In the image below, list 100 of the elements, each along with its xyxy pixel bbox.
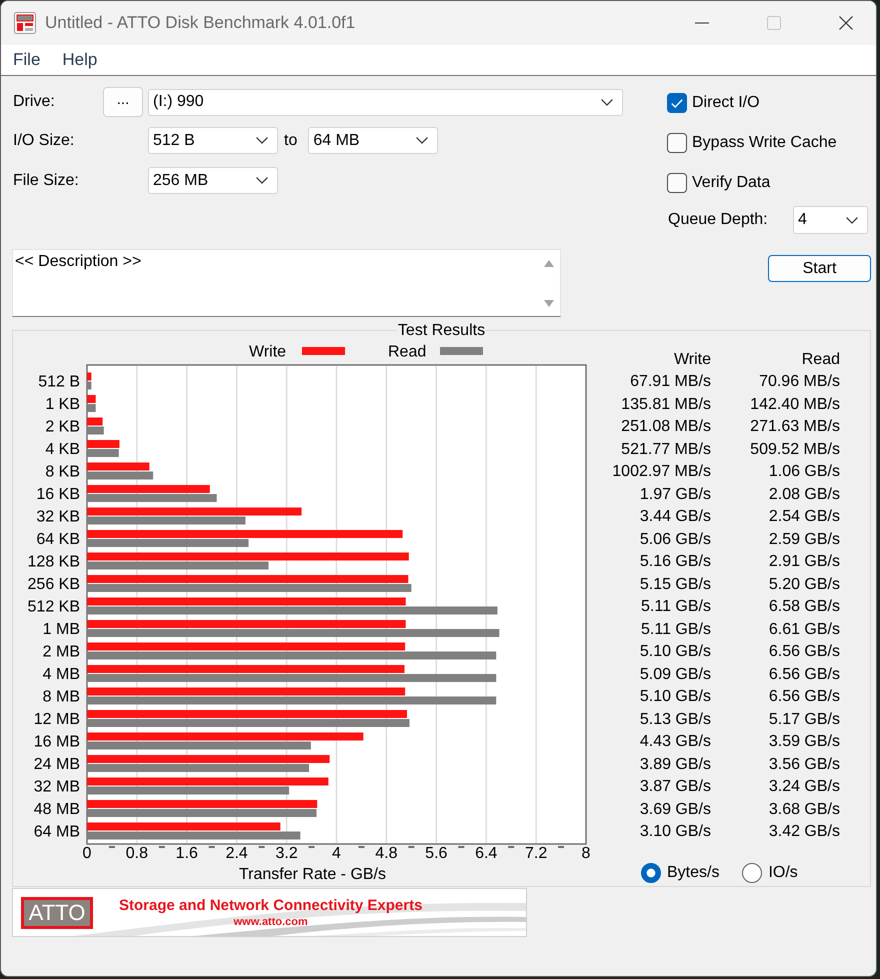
table-cell: 5.06 GB/s	[640, 530, 711, 549]
table-cell: 6.56 GB/s	[768, 687, 840, 706]
start-button[interactable]: Start	[768, 255, 871, 282]
table-cell: 3.68 GB/s	[768, 800, 840, 819]
table-cell: 5.17 GB/s	[768, 710, 840, 729]
chevron-icon	[256, 177, 268, 184]
axis-tick-label: 5.6	[425, 845, 448, 862]
table-cell: 5.11 GB/s	[641, 620, 711, 639]
field-label: I/O Size:	[12, 132, 76, 150]
table-cell: 2.59 GB/s	[768, 530, 840, 549]
logo: ATTO	[21, 897, 93, 929]
table-cell: 251.08 MB/s	[621, 417, 711, 436]
table-cell: 6.61 GB/s	[768, 620, 840, 639]
chevron-icon	[601, 98, 613, 106]
category-label: 1 MB	[42, 621, 80, 638]
category-label: 512 KB	[28, 598, 80, 616]
window-title: Untitled - ATTO Disk Benchmark 4.01.0f1	[45, 13, 356, 33]
radio-label[interactable]: Bytes/s	[667, 864, 720, 882]
category-label: 16 KB	[36, 486, 80, 503]
category-label: 32 MB	[34, 778, 80, 796]
table-cell: 2.54 GB/s	[768, 507, 840, 526]
checkbox[interactable]	[667, 93, 687, 113]
category-label: 2 MB	[42, 644, 80, 660]
table-cell: 3.42 GB/s	[768, 822, 840, 842]
category-label: 4 MB	[42, 666, 80, 683]
axis-tick-label: 1.6	[176, 845, 198, 862]
table-cell: 5.20 GB/s	[768, 574, 840, 594]
axis-tick-label: 4	[332, 845, 341, 862]
table-cell: 521.77 MB/s	[621, 440, 711, 459]
axis-tick-label: 0.8	[126, 845, 148, 862]
axis-tick-label: 3.2	[275, 845, 298, 862]
table-cell: 1002.97 MB/s	[612, 462, 711, 482]
minimize-icon[interactable]	[695, 22, 709, 24]
option-label[interactable]: Direct I/O	[692, 94, 760, 112]
legend-swatch-icon	[440, 347, 483, 355]
table-cell: 5.10 GB/s	[640, 687, 711, 706]
table-cell: 6.58 GB/s	[768, 597, 840, 616]
table-cell: 142.40 MB/s	[750, 394, 840, 414]
table-cell: 5.15 GB/s	[640, 574, 711, 594]
table-cell: 3.87 GB/s	[640, 777, 711, 796]
column-header: Read	[802, 350, 840, 369]
banner-tagline: Storage and Network Connectivity Experts	[119, 897, 422, 915]
category-label: 32 KB	[36, 508, 80, 526]
io-size-to-dropdown[interactable]: 64 MB	[308, 127, 438, 154]
field-label: to	[284, 132, 298, 150]
banner-link[interactable]: www.atto.com	[234, 916, 308, 929]
field-label: Drive:	[12, 93, 56, 111]
radio-button[interactable]	[742, 863, 762, 883]
axis-tick-label: 7.2	[524, 845, 548, 862]
group-title: Test Results	[396, 321, 486, 340]
menu-item[interactable]: File	[13, 50, 40, 70]
legend-label: Write	[249, 344, 286, 360]
category-label: 16 MB	[34, 734, 80, 750]
table-cell: 3.10 GB/s	[640, 822, 711, 842]
table-cell: 1.06 GB/s	[768, 462, 840, 482]
checkbox[interactable]	[667, 173, 687, 193]
axis-tick-label: 0	[82, 845, 92, 862]
table-cell: 67.91 MB/s	[630, 372, 711, 392]
drive-dropdown[interactable]: (I:) 990	[148, 88, 623, 116]
table-cell: 509.52 MB/s	[750, 440, 840, 459]
category-label: 8 KB	[45, 464, 80, 480]
category-label: 512 B	[38, 374, 80, 390]
field-label: File Size:	[12, 172, 80, 190]
table-cell: 70.96 MB/s	[759, 372, 840, 392]
queue-depth-dropdown[interactable]: 4	[793, 206, 868, 234]
ad-banner[interactable]: ATTO Storage and Network Connectivity Experts www.atto.com	[12, 888, 527, 937]
axis-tick-label: 8	[582, 845, 590, 862]
chevron-icon	[846, 216, 858, 224]
browse-button[interactable]: ...	[103, 87, 143, 117]
table-cell: 5.09 GB/s	[640, 664, 711, 684]
category-label: 2 KB	[45, 418, 80, 436]
category-label: 1 KB	[45, 396, 80, 413]
axis-tick-label: 6.4	[475, 845, 498, 862]
menu-item[interactable]: Help	[62, 50, 98, 70]
chevron-icon	[416, 137, 428, 144]
file-size-dropdown[interactable]: 256 MB	[148, 167, 278, 194]
category-label: 48 MB	[34, 801, 80, 818]
checkbox[interactable]	[667, 133, 687, 153]
axis-tick-label: 2.4	[226, 845, 248, 862]
table-cell: 135.81 MB/s	[621, 394, 711, 414]
table-cell: 3.69 GB/s	[640, 800, 711, 819]
axis-tick-label: 4.8	[375, 845, 398, 862]
category-label: 256 KB	[28, 576, 80, 593]
axis-title: Transfer Rate - GB/s	[239, 866, 386, 883]
legend-label: Read	[388, 344, 426, 360]
table-cell: 6.56 GB/s	[768, 642, 840, 662]
option-label[interactable]: Verify Data	[692, 174, 770, 192]
close-icon[interactable]	[839, 16, 853, 30]
radio-label[interactable]: IO/s	[768, 864, 798, 882]
radio-button[interactable]	[641, 863, 661, 883]
category-label: 64 KB	[36, 531, 80, 548]
option-label[interactable]: Bypass Write Cache	[692, 134, 837, 152]
category-label: 8 MB	[42, 688, 80, 706]
table-cell: 3.44 GB/s	[640, 507, 711, 526]
io-size-from-dropdown[interactable]: 512 B	[148, 127, 278, 154]
table-cell: 3.56 GB/s	[768, 754, 840, 774]
table-cell: 271.63 MB/s	[750, 417, 840, 436]
table-cell: 1.97 GB/s	[640, 484, 711, 504]
table-cell: 3.59 GB/s	[768, 732, 840, 752]
table-cell: 5.11 GB/s	[641, 597, 711, 616]
